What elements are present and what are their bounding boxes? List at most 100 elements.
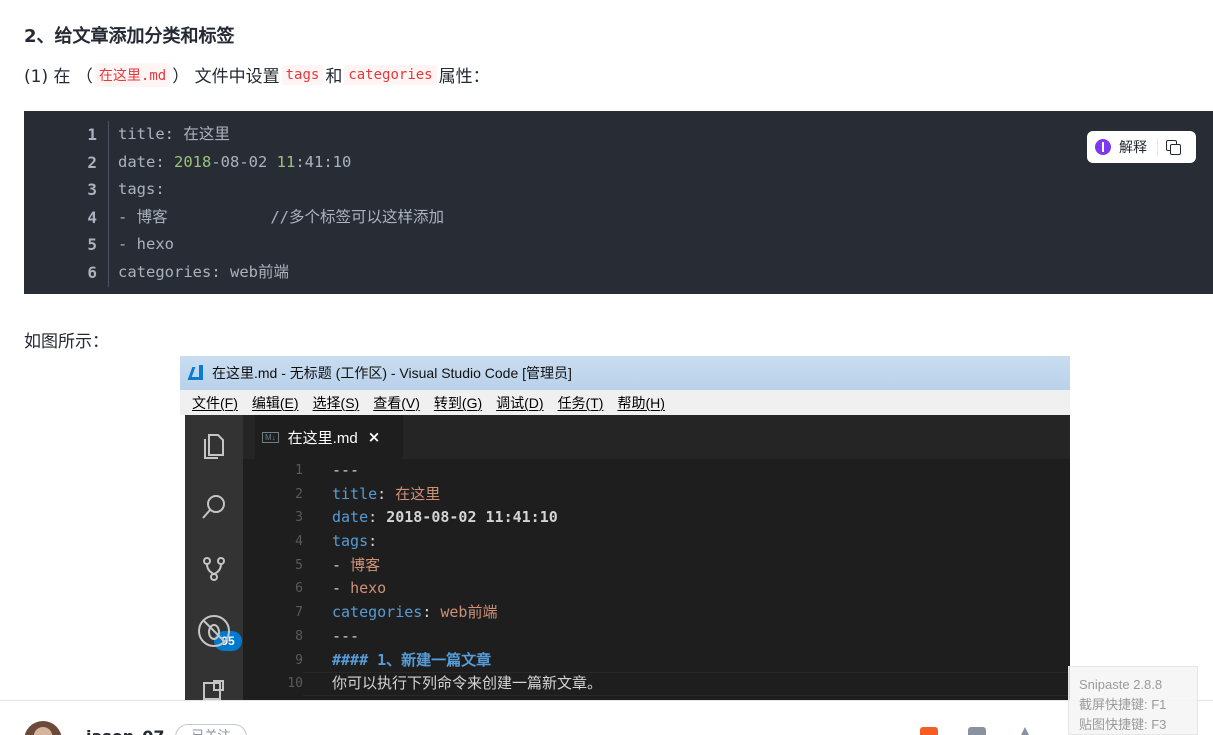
editor-line: title: 在这里 xyxy=(332,483,602,507)
extensions-icon xyxy=(185,671,243,700)
menu-help: 帮助(H) xyxy=(617,394,665,411)
inline-code-file: 在这里.md xyxy=(94,62,171,87)
follow-button[interactable]: 已关注 xyxy=(175,724,247,735)
line-number: 4 xyxy=(87,207,97,227)
tab-row: M↓ 在这里.md × xyxy=(243,415,1070,459)
author-name[interactable]: jason_07 xyxy=(86,727,164,735)
editor-text: --- title: 在这里 date: 2018-08-02 11:41:10… xyxy=(332,459,602,696)
editor-line: 你可以执行下列命令来创建一篇新文章。 xyxy=(332,674,603,693)
editor-line: date: 2018-08-02 11:41:10 xyxy=(332,506,602,530)
para-prefix: (1) 在 （ xyxy=(24,67,93,87)
line-number: 6 xyxy=(87,262,97,282)
yaml-punct: : xyxy=(377,484,396,503)
explorer-icon xyxy=(185,425,243,465)
close-icon: × xyxy=(367,428,381,446)
yaml-key: date xyxy=(332,508,369,527)
para-mid1: ） 文件中设置 xyxy=(172,67,280,87)
comment-icon[interactable] xyxy=(968,727,986,735)
menu-edit: 编辑(E) xyxy=(251,394,299,411)
code-number: 2018 xyxy=(174,152,212,171)
vscode-logo-icon xyxy=(188,364,208,382)
line-number: 1 xyxy=(87,125,97,144)
yaml-value: 在这里 xyxy=(395,484,441,503)
like-icon[interactable] xyxy=(920,727,938,735)
code-line: tags: xyxy=(118,180,165,199)
line-number: 9 xyxy=(295,652,303,668)
code-token: date: xyxy=(118,152,174,171)
code-line-numbers: 1 2 3 4 5 6 xyxy=(24,121,109,287)
line-number: 8 xyxy=(295,628,303,644)
tab-label: 在这里.md xyxy=(287,429,358,447)
para-mid2: 和 xyxy=(325,67,343,87)
yaml-value: 博客 xyxy=(350,555,381,574)
code-token: :41:10 xyxy=(295,152,352,171)
inline-code-categories: categories xyxy=(344,64,437,85)
menu-selection: 选择(S) xyxy=(312,394,360,411)
yaml-value: hexo xyxy=(350,579,387,598)
editor-line: #### 1、新建一篇文章 xyxy=(332,650,492,669)
star-icon[interactable] xyxy=(1016,727,1034,735)
line-number: 4 xyxy=(295,534,303,550)
line-number: 10 xyxy=(287,676,303,692)
yaml-punct: : xyxy=(422,603,441,622)
editor-line: tags: xyxy=(332,530,602,554)
menu-tasks: 任务(T) xyxy=(557,394,604,411)
code-toolbar: 解释 xyxy=(1087,131,1196,163)
line-number: 5 xyxy=(295,557,303,573)
line-number: 6 xyxy=(295,581,303,597)
copy-icon[interactable] xyxy=(1166,140,1181,155)
brain-icon xyxy=(1095,139,1111,155)
menu-view: 查看(V) xyxy=(373,394,420,411)
menu-file: 文件(F) xyxy=(192,394,238,411)
activity-bar: 95 xyxy=(185,415,243,700)
menu-debug: 调试(D) xyxy=(496,394,544,411)
window-title-bar: 在这里.md - 无标题 (工作区) - Visual Studio Code … xyxy=(180,356,1070,390)
code-line: - 博客 //多个标签可以这样添加 xyxy=(118,207,444,226)
editor-line: --- xyxy=(332,461,360,479)
debug-icon xyxy=(185,611,243,651)
line-number: 3 xyxy=(87,180,97,200)
intro-paragraph: (1) 在 （ 在这里.md ） 文件中设置 tags 和 categories… xyxy=(24,62,490,87)
yaml-key: title xyxy=(332,484,378,503)
menu-go: 转到(G) xyxy=(433,394,483,411)
line-number: 7 xyxy=(295,605,303,621)
code-token: -08-02 xyxy=(211,152,277,171)
avatar[interactable] xyxy=(24,721,62,735)
section-heading: 2、给文章添加分类和标签 xyxy=(24,26,235,47)
explain-button[interactable]: 解释 xyxy=(1095,137,1147,157)
line-number: 2 xyxy=(295,486,303,502)
snipaste-overlay: Snipaste 2.8.8 截屏快捷键: F1 贴图快捷键: F3 xyxy=(1068,666,1198,735)
inline-code-tags: tags xyxy=(281,64,324,85)
editor-line: - 博客 xyxy=(332,554,602,578)
code-line: title: 在这里 xyxy=(118,125,230,143)
yaml-punct: - xyxy=(332,579,351,598)
footer-actions xyxy=(920,727,1064,735)
source-control-icon xyxy=(185,549,243,589)
yaml-value: web前端 xyxy=(440,603,498,622)
figure-caption: 如图所示： xyxy=(24,332,109,352)
line-number: 2 xyxy=(87,152,97,172)
author-footer: jason_07 已关注 xyxy=(0,700,1213,735)
snipaste-shortcut-2: 贴图快捷键: F3 xyxy=(1079,717,1167,732)
snipaste-title: Snipaste 2.8.8 xyxy=(1079,677,1163,692)
snipaste-shortcut-1: 截屏快捷键: F1 xyxy=(1079,697,1167,712)
search-icon xyxy=(185,487,243,527)
line-number: 3 xyxy=(295,510,303,526)
editor-tab: M↓ 在这里.md × xyxy=(255,415,403,459)
editor-area: M↓ 在这里.md × 1 2 3 4 5 6 7 8 9 10 --- tit… xyxy=(243,415,1070,700)
code-text: title: 在这里 date: 2018-08-02 11:41:10 tag… xyxy=(118,121,444,287)
code-line: - hexo xyxy=(118,235,174,254)
editor-gutter: 1 2 3 4 5 6 7 8 9 10 xyxy=(243,459,303,696)
vscode-screenshot: 在这里.md - 无标题 (工作区) - Visual Studio Code … xyxy=(180,356,1070,700)
code-line: categories: web前端 xyxy=(118,262,289,281)
yaml-value: 2018-08-02 11:41:10 xyxy=(386,508,558,527)
yaml-punct: : xyxy=(368,532,378,551)
code-number: 11 xyxy=(276,152,296,171)
para-suffix: 属性： xyxy=(438,67,490,87)
yaml-punct: - xyxy=(332,555,351,574)
markdown-icon: M↓ xyxy=(262,431,279,443)
line-number: 5 xyxy=(87,235,97,255)
code-block: 1 2 3 4 5 6 title: 在这里 date: 2018-08-02 … xyxy=(24,111,1213,294)
explain-label: 解释 xyxy=(1119,140,1147,156)
yaml-key: categories xyxy=(332,603,423,622)
